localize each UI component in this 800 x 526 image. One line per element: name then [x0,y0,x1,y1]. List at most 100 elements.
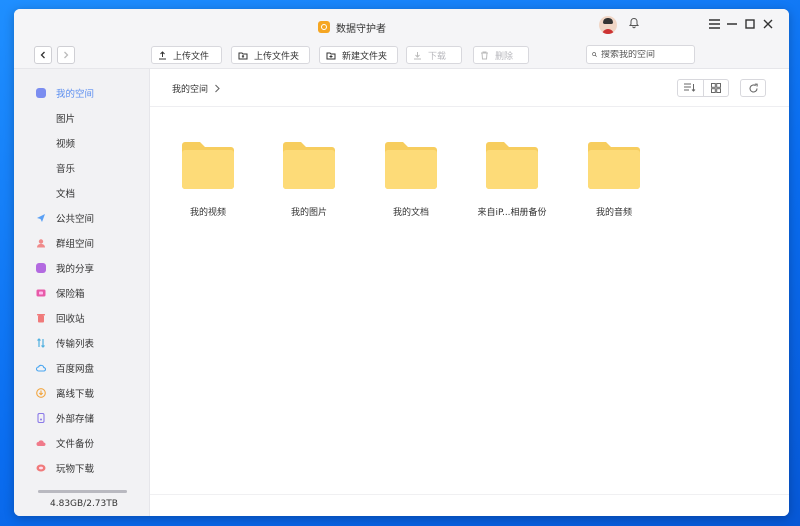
divider [150,494,789,495]
offline-download-icon [36,388,46,398]
back-button[interactable] [34,46,52,64]
sidebar-item-label: 音乐 [56,164,76,175]
forward-button[interactable] [57,46,75,64]
sidebar-item-label: 视频 [56,139,76,150]
sidebar-item-label: 我的分享 [56,264,95,275]
upload-file-button[interactable]: 上传文件 [151,46,222,64]
baidu-cloud-icon [35,363,46,373]
folder-icon [486,141,538,189]
notification-bell-icon[interactable] [626,17,642,33]
breadcrumb-item-my-space[interactable]: 我的空间 [172,82,208,95]
user-avatar[interactable] [599,16,617,34]
delete-label: 删除 [495,51,514,62]
chevron-right-icon [215,84,220,93]
grid-view-button[interactable] [702,80,728,96]
search-input[interactable] [601,49,689,60]
folder-item[interactable]: 我的图片 [264,141,354,218]
delete-icon [481,51,488,59]
storage-usage-fill [38,490,127,493]
sidebar-item-videos[interactable]: 视频 [14,132,150,154]
folder-name: 我的图片 [290,208,327,218]
search-box[interactable] [586,45,695,64]
window-title: 数据守护者 [318,18,386,36]
sidebar-item-images[interactable]: 图片 [14,107,150,129]
sidebar-item-documents[interactable]: 文档 [14,182,150,204]
group-icon [36,238,46,248]
sidebar-item-label: 图片 [56,114,76,125]
download-button[interactable]: 下载 [406,46,462,64]
upload-file-label: 上传文件 [173,51,210,62]
wanwu-download-icon [36,463,46,473]
folder-name: 我的文档 [392,208,429,218]
backup-icon [36,438,46,448]
refresh-button[interactable] [740,79,766,97]
sidebar-item-label: 文档 [56,189,76,200]
sidebar-item-my-share[interactable]: 我的分享 [14,257,150,279]
upload-folder-label: 上传文件夹 [254,51,300,62]
folder-icon [588,141,640,189]
search-icon [592,52,597,57]
chevron-left-icon [40,51,45,59]
safe-icon [36,288,46,298]
upload-folder-button[interactable]: 上传文件夹 [231,46,310,64]
sidebar-item-file-backup[interactable]: 文件备份 [14,432,150,454]
folder-icon [182,141,234,189]
sidebar-item-label: 外部存储 [56,414,95,425]
menu-icon[interactable] [707,17,721,31]
sidebar: 我的空间 图片 视频 音乐 文档 公共空间 群组空间 我的分享 保险箱 回收站 … [14,69,150,516]
sidebar-item-recycle-bin[interactable]: 回收站 [14,307,150,329]
sidebar-item-offline-download[interactable]: 离线下载 [14,382,150,404]
sidebar-item-my-space[interactable]: 我的空间 [14,82,150,104]
list-view-button[interactable] [678,80,703,96]
maximize-icon[interactable] [743,17,757,31]
folder-item[interactable]: 我的文档 [366,141,456,218]
sidebar-item-external-storage[interactable]: 外部存储 [14,407,150,429]
folder-name: 我的音频 [595,208,632,218]
sidebar-item-label: 我的空间 [56,89,95,100]
send-icon [36,213,46,223]
delete-button[interactable]: 删除 [473,46,529,64]
breadcrumb: 我的空间 [172,82,221,95]
new-folder-icon [326,52,336,59]
share-icon [36,263,46,273]
grid-icon [710,83,721,93]
minimize-icon[interactable] [725,17,739,31]
sidebar-item-transfer-list[interactable]: 传输列表 [14,332,150,354]
sidebar-item-safe-box[interactable]: 保险箱 [14,282,150,304]
refresh-icon [748,83,758,93]
trash-icon [36,313,46,323]
sidebar-item-label: 百度网盘 [56,364,95,375]
sidebar-item-public-space[interactable]: 公共空间 [14,207,150,229]
sidebar-item-baidu-netdisk[interactable]: 百度网盘 [14,357,150,379]
folder-name: 来自iP...相册备份 [477,208,547,218]
download-icon [414,51,421,59]
folder-item[interactable]: 我的视频 [163,141,253,218]
upload-folder-icon [238,52,248,59]
sidebar-item-label: 文件备份 [56,439,95,450]
sidebar-item-label: 公共空间 [56,214,95,225]
file-browser: 我的空间 我的视频 我的图片 我的文档 来自iP...相册备份 我的音频 [150,69,789,516]
app-window: 数据守护者 上传文件 上传文件夹 新建文件夹 下载 删除 搜索我的空间 我的空间… [14,9,789,516]
title-toolbar: 数据守护者 上传文件 上传文件夹 新建文件夹 下载 删除 搜索我的空间 [14,9,789,69]
sidebar-item-label: 保险箱 [56,289,85,300]
folder-item[interactable]: 来自iP...相册备份 [467,141,557,218]
sidebar-item-label: 传输列表 [56,339,95,350]
external-storage-icon [36,412,46,424]
sidebar-item-wanwu-download[interactable]: 玩物下载 [14,457,150,479]
folder-name: 我的视频 [189,208,226,218]
close-icon[interactable] [761,17,775,31]
app-title: 数据守护者 [336,23,386,35]
sidebar-item-label: 玩物下载 [56,464,95,475]
upload-icon [159,50,166,59]
sidebar-item-music[interactable]: 音乐 [14,157,150,179]
folder-icon [385,141,437,189]
storage-usage-text: 4.83GB/2.73TB [50,499,118,509]
new-folder-button[interactable]: 新建文件夹 [319,46,398,64]
breadcrumb-bar: 我的空间 [150,69,789,107]
sidebar-item-label: 群组空间 [56,239,95,250]
folder-icon [283,141,335,189]
download-label: 下载 [428,51,447,62]
sidebar-item-label: 回收站 [56,314,85,325]
folder-item[interactable]: 我的音频 [569,141,659,218]
sidebar-item-group-space[interactable]: 群组空间 [14,232,150,254]
